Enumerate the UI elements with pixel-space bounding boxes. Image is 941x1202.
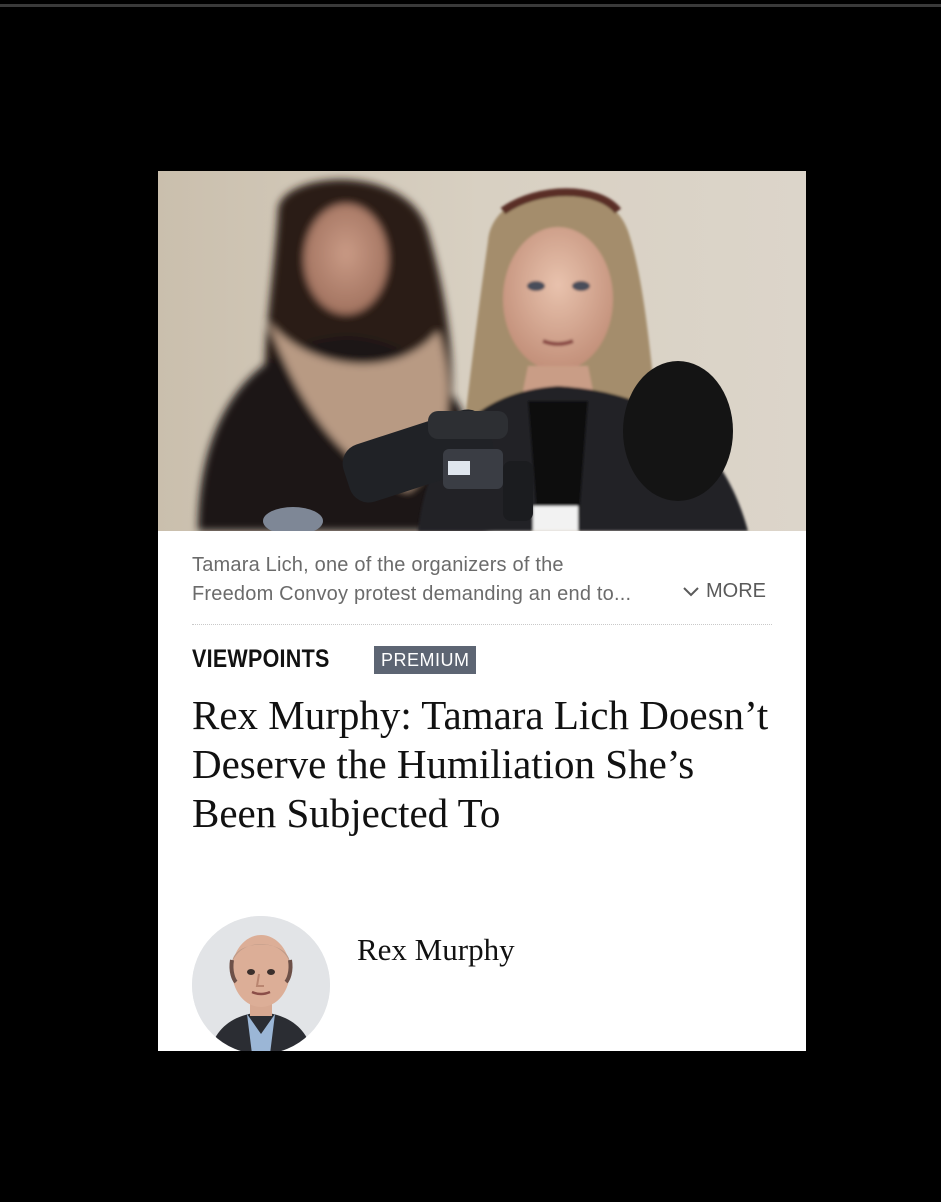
chevron-down-icon	[683, 586, 699, 596]
author-avatar[interactable]	[192, 916, 330, 1051]
more-label: MORE	[706, 580, 766, 602]
premium-badge: PREMIUM	[373, 645, 477, 674]
section-row: VIEWPOINTS PREMIUM	[192, 645, 477, 674]
author-portrait	[192, 916, 330, 1051]
caption-more-button[interactable]: MORE	[682, 580, 766, 603]
article-photo[interactable]	[158, 171, 806, 531]
section-label[interactable]: VIEWPOINTS	[192, 645, 330, 674]
article-headline[interactable]: Rex Murphy: Tamara Lich Doesn’t Deserve …	[192, 691, 782, 838]
article-card[interactable]: Tamara Lich, one of the organizers of th…	[158, 171, 806, 1051]
author-name[interactable]: Rex Murphy	[357, 932, 515, 968]
top-border	[0, 4, 941, 7]
author-row: Rex Murphy	[192, 916, 782, 1051]
photo-illustration	[158, 171, 806, 531]
caption-divider	[192, 624, 772, 625]
caption-line-1: Tamara Lich, one of the organizers of th…	[192, 554, 564, 576]
